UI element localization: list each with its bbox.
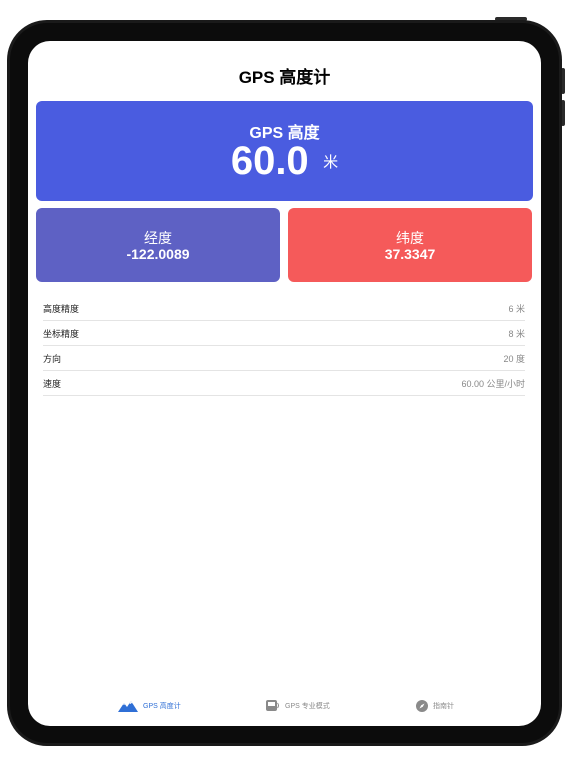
list-item-value: 20 度 <box>503 353 525 364</box>
tab-bar: GPS 高度计 GPS 专业模式 指南针 <box>28 696 541 716</box>
list-item-value: 6 米 <box>508 303 525 314</box>
gps-device-icon <box>266 700 279 711</box>
altitude-value-row: 60.0 米 <box>36 139 533 184</box>
tab-gps-pro-mode[interactable]: GPS 专业模式 <box>266 696 330 716</box>
page-title: GPS 高度计 <box>238 68 331 87</box>
compass-icon <box>416 700 428 712</box>
list-item-value: 60.00 公里/小时 <box>461 378 525 389</box>
mountain-icon <box>118 701 138 712</box>
tab-gps-altimeter[interactable]: GPS 高度计 <box>118 696 181 716</box>
list-item-coordinate-accuracy: 坐标精度 8 米 <box>43 321 525 346</box>
latitude-label: 纬度 <box>396 230 424 246</box>
app-screen: GPS 高度计 GPS 高度 60.0 米 经度 -122.0089 纬度 37… <box>28 41 541 726</box>
list-item-direction: 方向 20 度 <box>43 346 525 371</box>
list-item-key: 方向 <box>43 353 62 364</box>
tab-label: GPS 专业模式 <box>285 703 330 710</box>
list-item-key: 高度精度 <box>43 303 80 314</box>
list-item-key: 速度 <box>43 378 62 389</box>
altitude-value: 60.0 <box>230 139 309 183</box>
list-item-altitude-accuracy: 高度精度 6 米 <box>43 296 525 321</box>
latitude-card: 纬度 37.3347 <box>288 208 532 282</box>
info-list: 高度精度 6 米 坐标精度 8 米 方向 20 度 速度 60.00 公里/小时 <box>43 296 525 396</box>
altitude-card: GPS 高度 60.0 米 <box>36 101 533 201</box>
list-item-speed: 速度 60.00 公里/小时 <box>43 371 525 396</box>
longitude-card: 经度 -122.0089 <box>36 208 280 282</box>
list-item-value: 8 米 <box>508 328 525 339</box>
tab-compass[interactable]: 指南针 <box>416 696 454 716</box>
tab-label: GPS 高度计 <box>143 703 181 710</box>
list-item-key: 坐标精度 <box>43 328 80 339</box>
altitude-unit: 米 <box>323 154 339 171</box>
longitude-label: 经度 <box>144 230 172 246</box>
tab-label: 指南针 <box>433 703 454 710</box>
longitude-value: -122.0089 <box>126 246 190 262</box>
latitude-value: 37.3347 <box>384 246 436 262</box>
